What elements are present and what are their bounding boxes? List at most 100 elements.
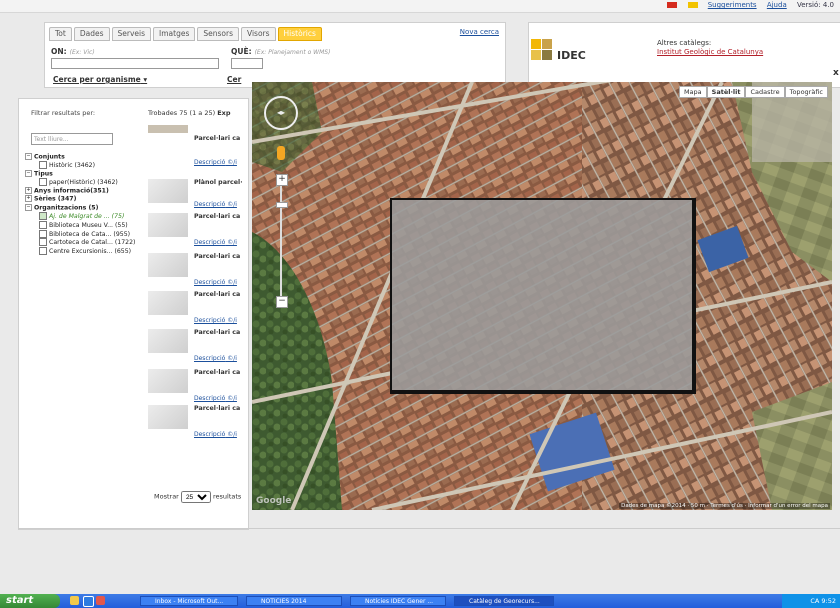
result-title[interactable]: Parcel·lari ca: [194, 253, 240, 260]
list-item[interactable]: Parcel·lari ca Descripció ©/i: [148, 213, 248, 253]
result-title[interactable]: Parcel·lari ca: [194, 291, 240, 298]
list-item[interactable]: Parcel·lari ca Descripció ©/i: [148, 125, 248, 166]
quicklaunch-icon[interactable]: [83, 596, 94, 607]
quicklaunch-icon[interactable]: [96, 596, 105, 605]
result-desc-link[interactable]: Descripció ©/i: [194, 317, 237, 324]
zoom-out-button[interactable]: −: [276, 296, 288, 308]
results-count: Trobades 75 (1 a 25) Exp: [148, 109, 231, 117]
close-map-button[interactable]: x: [833, 68, 839, 78]
map-type-selector: Mapa Satèl·lit Cadastre Topogràfic: [678, 86, 828, 98]
tab-visors[interactable]: Visors: [240, 27, 276, 41]
tab-historics[interactable]: Històrics: [277, 27, 322, 41]
result-desc-link[interactable]: Descripció ©/i: [194, 201, 237, 208]
historic-checkbox[interactable]: Històric (3462): [25, 161, 135, 170]
taskbar-item-noticies[interactable]: NOTICIES 2014: [246, 596, 342, 606]
idec-logo-icon: [531, 39, 552, 60]
que-label: QUÈ: (Ex: Planejament o WMS): [231, 47, 331, 56]
quicklaunch-icon[interactable]: [70, 596, 79, 605]
result-title[interactable]: Plànol parcel·: [194, 179, 243, 186]
filter-text-input[interactable]: Text lliure...: [31, 133, 113, 145]
org-checkbox-centre[interactable]: Centre Excursionis... (655): [25, 247, 135, 256]
igc-link[interactable]: Institut Geològic de Catalunya: [657, 48, 763, 57]
result-desc-link[interactable]: Descripció ©/i: [194, 279, 237, 286]
filter-tree: − Conjunts Històric (3462) − Tipus paper(H…: [25, 153, 135, 256]
map-type-topografic[interactable]: Topogràfic: [784, 86, 828, 98]
zoom-in-button[interactable]: +: [276, 174, 288, 186]
result-title[interactable]: Parcel·lari ca: [194, 405, 240, 412]
tab-imatges[interactable]: Imatges: [153, 27, 196, 41]
result-title[interactable]: Parcel·lari ca: [194, 369, 240, 376]
conjunts-node[interactable]: − Conjunts: [25, 153, 135, 161]
result-thumbnail[interactable]: [148, 179, 188, 203]
que-input[interactable]: [231, 58, 263, 69]
category-tabs: Tot Dades Serveis Imatges Sensors Visors…: [49, 27, 322, 41]
zoom-slider-handle[interactable]: [276, 202, 288, 208]
list-item[interactable]: Parcel·lari ca Descripció ©/i: [148, 405, 248, 445]
tab-tot[interactable]: Tot: [49, 27, 72, 41]
result-thumbnail[interactable]: [148, 253, 188, 277]
result-thumbnail[interactable]: [148, 405, 188, 429]
tab-dades[interactable]: Dades: [73, 27, 110, 41]
list-item[interactable]: Parcel·lari ca Descripció ©/i: [148, 253, 248, 293]
page-size-select[interactable]: 25: [180, 491, 211, 503]
result-thumbnail[interactable]: [148, 291, 188, 315]
altres-title: Altres catàlegs:: [657, 39, 712, 47]
top-strip: Suggeriments Ajuda Versió: 4.0: [0, 0, 840, 13]
taskbar-item-cataleg[interactable]: Catàleg de Georecurs...: [454, 596, 554, 606]
result-thumbnail[interactable]: [148, 329, 188, 353]
paper-checkbox[interactable]: paper(Històric) (3462): [25, 178, 135, 187]
google-logo: Google: [256, 496, 292, 506]
result-title[interactable]: Parcel·lari ca: [194, 213, 240, 220]
taskbar-item-outlook[interactable]: Inbox - Microsoft Out...: [140, 596, 238, 606]
on-input[interactable]: [51, 58, 219, 69]
search-panel: Tot Dades Serveis Imatges Sensors Visors…: [44, 22, 506, 88]
map-viewer[interactable]: ◂▸ + − Mapa Satèl·lit Cadastre Topogràfi…: [252, 82, 832, 510]
org-checkbox-museu[interactable]: Biblioteca Museu V... (55): [25, 220, 135, 230]
org-checkbox-malgrat[interactable]: Aj. de Malgrat de ... (75): [25, 212, 135, 221]
flag-icon[interactable]: [667, 2, 678, 8]
start-button[interactable]: start: [0, 594, 60, 608]
result-thumbnail[interactable]: [148, 369, 188, 393]
result-thumbnail[interactable]: [148, 125, 188, 133]
map-credits[interactable]: Dades de mapa ©2014 · 50 m · Termes d'ús…: [619, 503, 830, 509]
taskbar-item-noticies-idec[interactable]: Notícies IDEC Gener ...: [350, 596, 446, 606]
on-label: ON: (Ex: Vic): [51, 47, 95, 56]
result-title[interactable]: Parcel·lari ca: [194, 135, 240, 142]
taskbar: start Inbox - Microsoft Out... NOTICIES …: [0, 594, 840, 608]
pan-control[interactable]: ◂▸: [264, 96, 298, 130]
map-type-cadastre[interactable]: Cadastre: [745, 86, 785, 98]
idec-header: IDEC Altres catàlegs: Institut Geològic …: [528, 22, 840, 88]
list-item[interactable]: Parcel·lari ca Descripció ©/i: [148, 291, 248, 331]
org-checkbox-biblioteca[interactable]: Biblioteca de Cata... (955): [25, 229, 135, 239]
flag-icon[interactable]: [687, 2, 698, 8]
ajuda-link[interactable]: Ajuda: [767, 1, 787, 9]
pegman-icon[interactable]: [277, 146, 285, 160]
suggeriments-link[interactable]: Suggeriments: [708, 1, 757, 9]
map-type-satellit[interactable]: Satèl·lit: [706, 86, 746, 98]
result-desc-link[interactable]: Descripció ©/i: [194, 159, 237, 166]
result-thumbnail[interactable]: [148, 213, 188, 237]
org-checkbox-cartoteca[interactable]: Cartoteca de Catal... (1722): [25, 238, 135, 247]
list-item[interactable]: Parcel·lari ca Descripció ©/i: [148, 329, 248, 369]
tab-serveis[interactable]: Serveis: [111, 27, 152, 41]
system-tray[interactable]: CA 9:52: [782, 594, 840, 608]
series-node[interactable]: + Sèries (347): [25, 195, 135, 203]
satellite-imagery[interactable]: [252, 82, 832, 510]
map-type-mapa[interactable]: Mapa: [678, 86, 707, 98]
version-text: Versió: 4.0: [796, 1, 834, 9]
tipus-node[interactable]: − Tipus: [25, 170, 135, 178]
result-title[interactable]: Parcel·lari ca: [194, 329, 240, 336]
organitzacions-node[interactable]: − Organitzacions (5): [25, 203, 135, 212]
result-desc-link[interactable]: Descripció ©/i: [194, 239, 237, 246]
tab-sensors[interactable]: Sensors: [197, 27, 239, 41]
list-item[interactable]: Parcel·lari ca Descripció ©/i: [148, 369, 248, 409]
cerca-organisme-link[interactable]: Cerca per organisme ▾: [53, 75, 147, 84]
nova-cerca-link[interactable]: Nova cerca: [460, 28, 499, 36]
result-desc-link[interactable]: Descripció ©/i: [194, 395, 237, 402]
anys-node[interactable]: + Anys informació(351): [25, 187, 135, 195]
panel-footer: [18, 528, 840, 537]
idec-logo-text: IDEC: [557, 49, 586, 62]
result-desc-link[interactable]: Descripció ©/i: [194, 355, 237, 362]
cerca-link[interactable]: Cer: [227, 75, 241, 84]
result-desc-link[interactable]: Descripció ©/i: [194, 431, 237, 438]
